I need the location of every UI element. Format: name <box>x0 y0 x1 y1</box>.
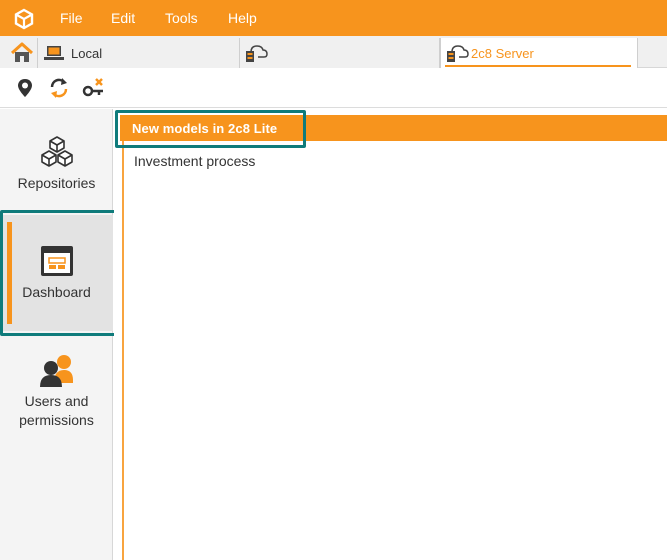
tab-local-label: Local <box>71 46 103 61</box>
selected-accent-bar <box>7 222 12 324</box>
cloud-server-icon <box>447 45 469 62</box>
app-logo-icon <box>14 8 34 30</box>
sync-icon[interactable] <box>48 77 70 99</box>
laptop-icon <box>44 46 64 60</box>
toolbar <box>0 68 667 108</box>
location-pin-icon[interactable] <box>14 77 36 99</box>
tab-2c8-server[interactable]: 2c8 Server <box>440 38 638 68</box>
tab-bar: Local 2c8 Server <box>0 36 667 68</box>
nav-item-users-and-permissions[interactable]: Users and permissions <box>0 353 113 443</box>
home-icon <box>10 42 34 62</box>
tab-local[interactable]: Local <box>38 38 240 68</box>
tab-cloud[interactable] <box>240 38 440 68</box>
menu-help[interactable]: Help <box>228 10 257 26</box>
cubes-icon <box>40 136 73 167</box>
users-icon <box>39 355 73 387</box>
tab-home[interactable] <box>0 38 38 68</box>
nav-item-dashboard[interactable]: Dashboard <box>0 215 113 331</box>
tab-2c8-server-label: 2c8 Server <box>471 46 534 61</box>
active-tab-underline <box>445 65 631 67</box>
nav-item-repositories[interactable]: Repositories <box>0 127 113 217</box>
main-content: New models in 2c8 Lite Investment proces… <box>114 109 667 560</box>
cloud-server-icon <box>246 45 268 62</box>
dashboard-icon <box>40 246 73 276</box>
menu-edit[interactable]: Edit <box>111 10 135 26</box>
nav-label-users-and-permissions: Users and permissions <box>19 393 94 428</box>
menu-file[interactable]: File <box>60 10 83 26</box>
nav-label-repositories: Repositories <box>17 175 96 191</box>
disconnect-key-icon[interactable] <box>82 77 106 99</box>
list-item[interactable]: Investment process <box>134 153 255 169</box>
menu-bar: File Edit Tools Help <box>0 0 667 36</box>
section-header-title: New models in 2c8 Lite <box>132 121 278 136</box>
menu-tools[interactable]: Tools <box>165 10 198 26</box>
left-nav: Repositories Dashboard Users and permiss… <box>0 109 113 560</box>
nav-label-dashboard: Dashboard <box>22 284 91 300</box>
section-header-bar: New models in 2c8 Lite <box>120 115 667 141</box>
content-accent-line <box>122 141 124 560</box>
